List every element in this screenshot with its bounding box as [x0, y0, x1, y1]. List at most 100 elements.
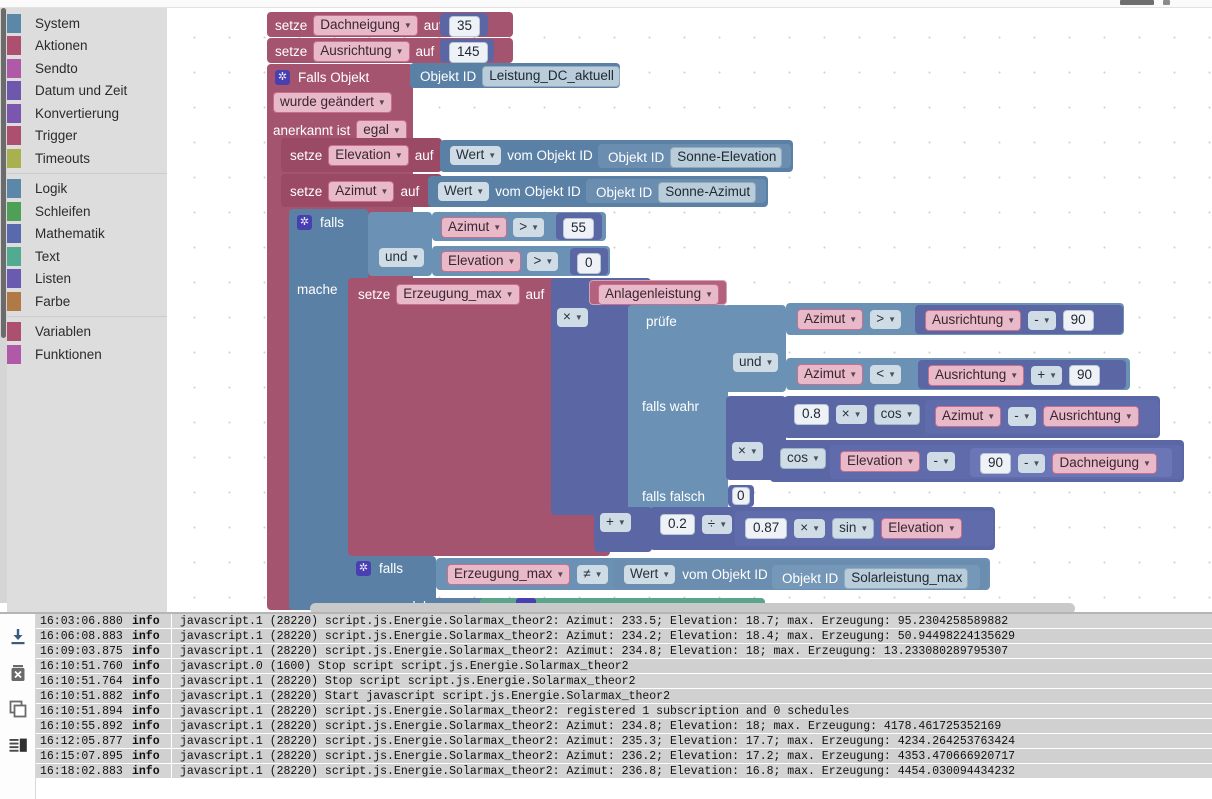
comparison-operator-dropdown[interactable]: < ▼: [870, 365, 901, 384]
number-field-087[interactable]: 0.87: [745, 518, 788, 539]
log-row[interactable]: 16:10:51.760 info javascript.0 (1600) Stop…: [36, 658, 1212, 674]
number-field-0[interactable]: 0: [577, 253, 601, 274]
object-id-field-solarleistung-max[interactable]: Solarleistung_max: [844, 568, 969, 589]
variable-dropdown-ausrichtung[interactable]: Ausrichtung ▼: [925, 310, 1022, 331]
variable-dropdown-elevation[interactable]: Elevation ▼: [441, 251, 522, 272]
clear-log-icon[interactable]: [7, 662, 29, 684]
trigger-mode-dropdown[interactable]: wurde geändert ▼: [273, 92, 392, 113]
and-operator-dropdown[interactable]: und ▼: [733, 353, 779, 372]
block-add-ausrichtung-90[interactable]: Ausrichtung ▼ + ▼ 90: [918, 360, 1126, 389]
block-subtract-azimut-ausrichtung[interactable]: Azimut ▼ - ▼ Ausrichtung ▼: [925, 400, 1159, 434]
multiply-operator-dropdown[interactable]: × ▼: [835, 405, 867, 424]
block-and-container-pruefe[interactable]: und ▼: [724, 305, 786, 392]
gear-icon[interactable]: ✲: [356, 561, 371, 576]
log-row[interactable]: 16:03:06.880 info javascript.1 (28220) scr…: [36, 614, 1212, 629]
minus-operator-dropdown[interactable]: - ▼: [927, 452, 955, 471]
sidebar-item-aktionen[interactable]: Aktionen: [7, 35, 167, 58]
block-ternary-pruefe[interactable]: prüfe falls wahr falls falsch: [628, 305, 728, 515]
sidebar-item-text[interactable]: Text: [7, 245, 167, 268]
block-objekt-id-solarleistung-max[interactable]: Objekt ID Solarleistung_max: [772, 565, 980, 589]
block-number-145[interactable]: 145: [440, 39, 494, 63]
multiply-operator-dropdown[interactable]: × ▼: [732, 442, 763, 461]
variable-dropdown-erzeugung-max[interactable]: Erzeugung_max ▼: [447, 564, 571, 585]
log-row[interactable]: 16:10:51.764 info javascript.1 (28220) Sto…: [36, 673, 1212, 689]
log-row[interactable]: 16:18:02.883 info javascript.1 (28220) scr…: [36, 763, 1212, 779]
gear-icon[interactable]: ✲: [275, 70, 290, 85]
neq-operator-dropdown[interactable]: ≠ ▼: [577, 565, 608, 584]
cos-function-dropdown[interactable]: cos ▼: [873, 404, 920, 425]
scroll-to-bottom-icon[interactable]: [7, 626, 29, 648]
block-subtract-ausrichtung-90[interactable]: Ausrichtung ▼ - ▼ 90: [915, 305, 1123, 334]
block-subtract-90-dachneigung[interactable]: 90 - ▼ Dachneigung ▼: [970, 448, 1172, 477]
variable-dropdown-elevation[interactable]: Elevation ▼: [840, 451, 921, 472]
minus-operator-dropdown[interactable]: - ▼: [1018, 454, 1046, 473]
sidebar-item-timeouts[interactable]: Timeouts: [7, 147, 167, 170]
variable-dropdown-azimut[interactable]: Azimut ▼: [935, 406, 1002, 427]
number-field-falls-falsch[interactable]: 0: [732, 487, 750, 505]
variable-dropdown-azimut[interactable]: Azimut ▼: [797, 364, 864, 385]
wert-dropdown[interactable]: Wert ▼: [450, 146, 502, 165]
cos-function-dropdown[interactable]: cos ▼: [780, 448, 826, 469]
log-row-list[interactable]: 16:03:06.880 info javascript.1 (28220) scr…: [36, 614, 1212, 799]
multiply-operator-dropdown[interactable]: × ▼: [557, 308, 588, 327]
block-objekt-id-leistung[interactable]: Objekt ID Leistung_DC_aktuell: [410, 63, 620, 88]
toolbox-scrollbar[interactable]: [0, 8, 7, 603]
sidebar-item-logik[interactable]: Logik: [7, 178, 167, 201]
variable-dropdown-ausrichtung[interactable]: Ausrichtung ▼: [928, 365, 1025, 386]
sidebar-item-konvertierung[interactable]: Konvertierung: [7, 102, 167, 125]
block-setze-azimut[interactable]: setze Azimut ▼ auf: [281, 174, 442, 207]
log-row[interactable]: 16:06:08.883 info javascript.1 (28220) scr…: [36, 628, 1212, 644]
sidebar-item-datum-und-zeit[interactable]: Datum und Zeit: [7, 80, 167, 103]
wert-dropdown[interactable]: Wert ▼: [438, 182, 490, 201]
comparison-operator-dropdown[interactable]: > ▼: [870, 310, 901, 329]
number-field-35[interactable]: 35: [449, 16, 481, 37]
sin-function-dropdown[interactable]: sin ▼: [832, 518, 875, 539]
block-variable-anlagenleistung[interactable]: Anlagenleistung ▼: [589, 280, 727, 305]
log-row[interactable]: 16:10:55.892 info javascript.1 (28220) scr…: [36, 718, 1212, 734]
variable-dropdown-azimut[interactable]: Azimut ▼: [328, 181, 395, 202]
sidebar-item-schleifen[interactable]: Schleifen: [7, 200, 167, 223]
log-row[interactable]: 16:10:51.894 info javascript.1 (28220) scr…: [36, 703, 1212, 719]
variable-dropdown-elevation[interactable]: Elevation ▼: [881, 518, 962, 539]
variable-dropdown-ausrichtung[interactable]: Ausrichtung ▼: [313, 41, 410, 62]
block-objekt-id-sonne-elevation[interactable]: Objekt ID Sonne-Elevation: [598, 144, 791, 168]
wert-dropdown[interactable]: Wert ▼: [624, 565, 676, 584]
copy-log-icon[interactable]: [7, 698, 29, 720]
comparison-operator-dropdown[interactable]: > ▼: [513, 218, 544, 237]
object-id-field-sonne-azimut[interactable]: Sonne-Azimut: [658, 182, 757, 203]
number-field-145[interactable]: 145: [449, 42, 488, 63]
block-number-35[interactable]: 35: [440, 13, 488, 37]
block-number-falls-falsch-0[interactable]: 0: [728, 485, 754, 507]
block-multiply-087-sin[interactable]: 0.87 × ▼ sin ▼ Elevation ▼: [735, 511, 993, 546]
variable-dropdown-erzeugung-max[interactable]: Erzeugung_max ▼: [396, 284, 520, 305]
log-row[interactable]: 16:10:51.882 info javascript.1 (28220) Sta…: [36, 688, 1212, 704]
variable-dropdown-dachneigung[interactable]: Dachneigung ▼: [1052, 453, 1157, 474]
gear-icon[interactable]: ✲: [297, 215, 312, 230]
log-row[interactable]: 16:12:05.877 info javascript.1 (28220) scr…: [36, 733, 1212, 749]
toolbar-widget-b[interactable]: [1163, 0, 1170, 5]
block-number-55[interactable]: 55: [556, 213, 602, 240]
sidebar-item-variablen[interactable]: Variablen: [7, 321, 167, 344]
number-field-90-b[interactable]: 90: [1069, 365, 1101, 386]
number-field-02[interactable]: 0.2: [660, 514, 695, 535]
multiply-operator-dropdown[interactable]: × ▼: [794, 519, 826, 538]
variable-dropdown-ausrichtung[interactable]: Ausrichtung ▼: [1042, 406, 1139, 427]
variable-dropdown-azimut[interactable]: Azimut ▼: [797, 309, 864, 330]
object-id-field-leistung[interactable]: Leistung_DC_aktuell: [482, 66, 620, 87]
block-and-container[interactable]: und ▼: [368, 212, 432, 276]
block-objekt-id-sonne-azimut[interactable]: Objekt ID Sonne-Azimut: [586, 179, 766, 203]
number-field-08[interactable]: 0.8: [794, 404, 829, 425]
log-row[interactable]: 16:15:07.895 info javascript.1 (28220) scr…: [36, 748, 1212, 764]
sidebar-item-farbe[interactable]: Farbe: [7, 290, 167, 313]
sidebar-item-mathematik[interactable]: Mathematik: [7, 223, 167, 246]
variable-dropdown-anlagenleistung[interactable]: Anlagenleistung ▼: [598, 284, 719, 305]
minus-operator-dropdown[interactable]: - ▼: [1028, 311, 1056, 330]
sidebar-item-sendto[interactable]: Sendto: [7, 57, 167, 80]
sidebar-item-listen[interactable]: Listen: [7, 268, 167, 291]
plus-operator-dropdown[interactable]: + ▼: [600, 513, 631, 532]
sidebar-item-funktionen[interactable]: Funktionen: [7, 343, 167, 366]
toolbar-widget-a[interactable]: [1120, 0, 1154, 5]
plus-operator-dropdown[interactable]: + ▼: [1031, 366, 1063, 385]
number-field-90-c[interactable]: 90: [980, 453, 1012, 474]
divide-operator-dropdown[interactable]: ÷ ▼: [701, 515, 733, 534]
